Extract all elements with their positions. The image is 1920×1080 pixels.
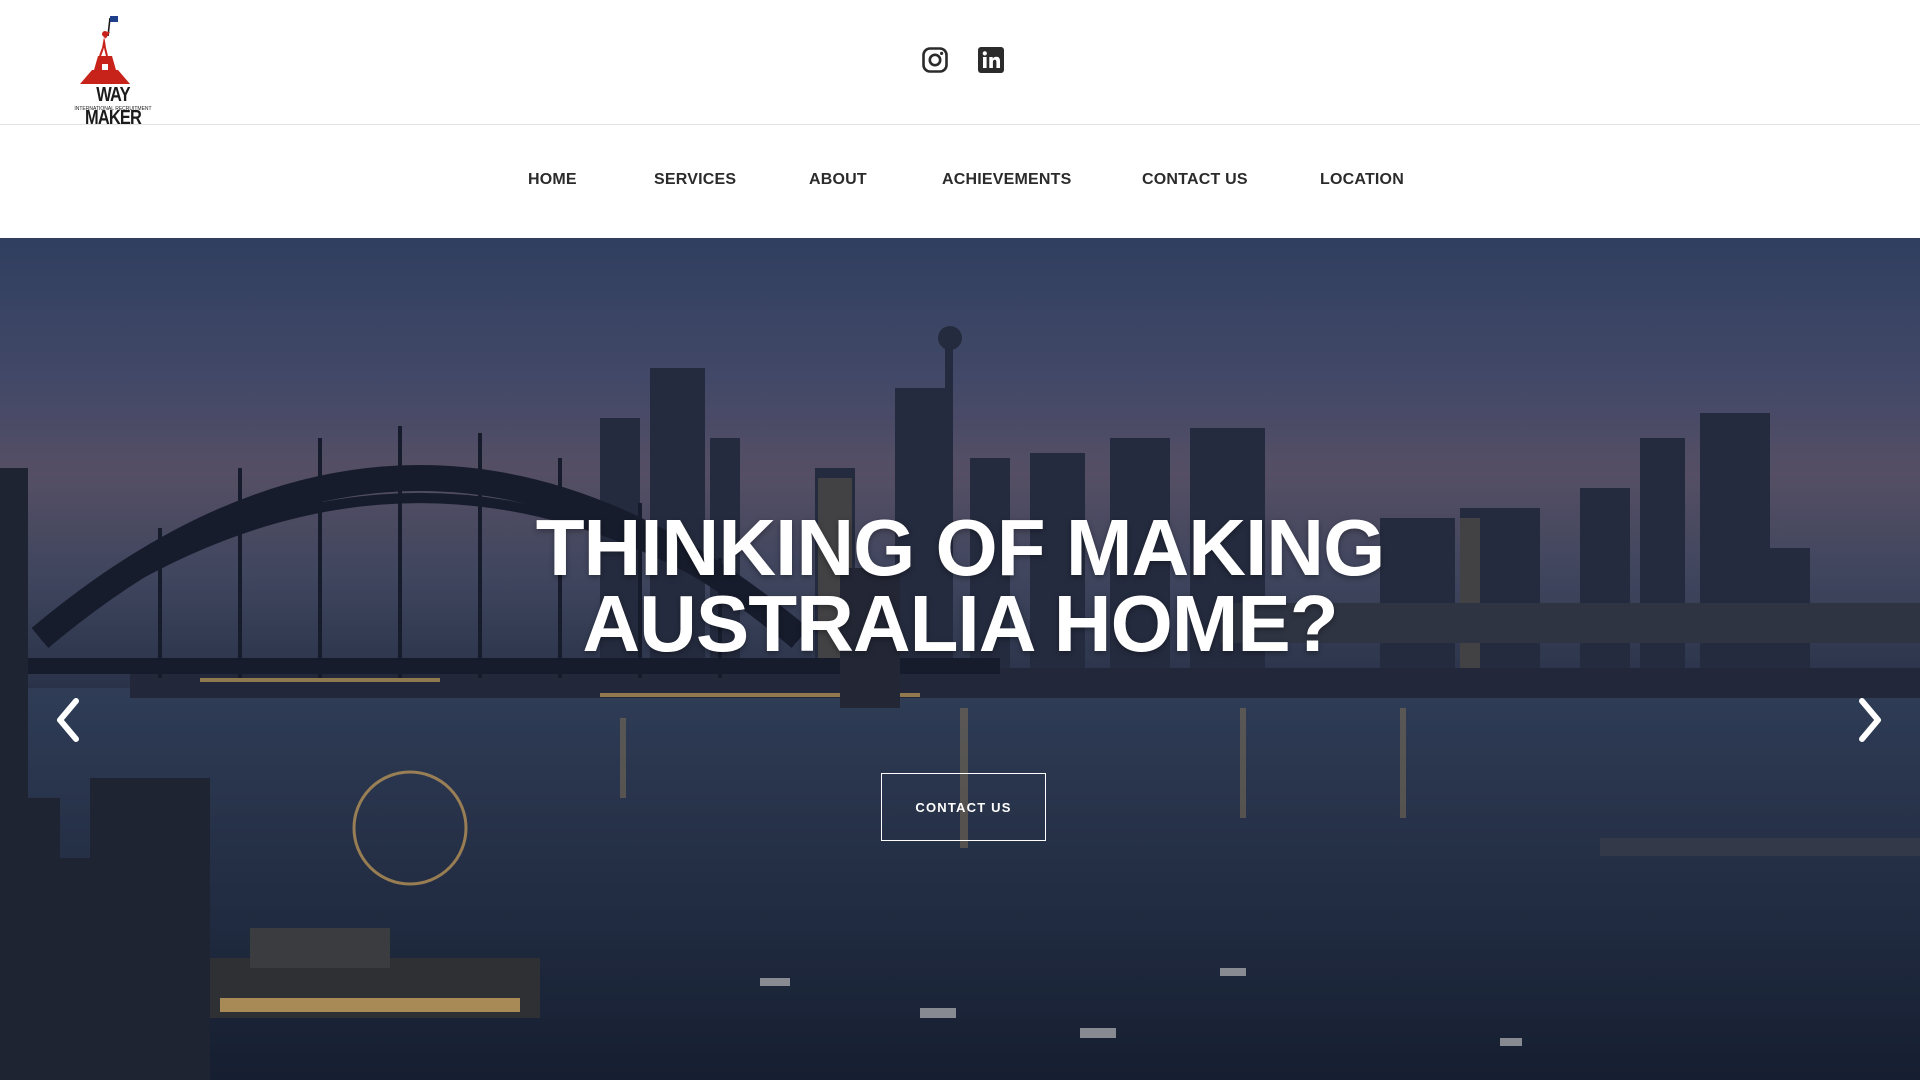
- chevron-left-icon: [57, 698, 79, 742]
- slider-next-button[interactable]: [1852, 693, 1888, 747]
- brand-logo[interactable]: WAY MAKER INTERNATIONAL RECRUITMENT: [64, 14, 162, 129]
- instagram-link[interactable]: [921, 46, 949, 74]
- hero-headline-line-1: THINKING OF MAKING: [535, 503, 1386, 592]
- hero-headline: THINKING OF MAKING AUSTRALIA HOME?: [460, 503, 1460, 668]
- nav-contact-us[interactable]: CONTACT US: [1142, 171, 1248, 189]
- nav-location[interactable]: LOCATION: [1320, 171, 1404, 189]
- nav-about[interactable]: ABOUT: [809, 171, 867, 189]
- top-header: WAY MAKER INTERNATIONAL RECRUITMENT: [0, 0, 1920, 129]
- hero-headline-line-2: AUSTRALIA HOME?: [582, 579, 1338, 668]
- main-nav: HOME SERVICES ABOUT ACHIEVEMENTS CONTACT…: [0, 126, 1920, 238]
- linkedin-link[interactable]: [977, 46, 1005, 74]
- chevron-right-icon: [1859, 698, 1881, 742]
- brand-tagline: INTERNATIONAL RECRUITMENT: [74, 106, 152, 112]
- nav-home[interactable]: HOME: [528, 171, 577, 189]
- instagram-icon: [922, 47, 948, 73]
- nav-achievements[interactable]: ACHIEVEMENTS: [942, 171, 1072, 189]
- logo-figure-icon: [80, 16, 130, 84]
- linkedin-icon: [978, 47, 1004, 73]
- contact-us-button[interactable]: CONTACT US: [881, 773, 1046, 841]
- slider-prev-button[interactable]: [50, 693, 86, 747]
- nav-services[interactable]: SERVICES: [654, 171, 736, 189]
- hero-slider: THINKING OF MAKING AUSTRALIA HOME? CONTA…: [0, 238, 1920, 1080]
